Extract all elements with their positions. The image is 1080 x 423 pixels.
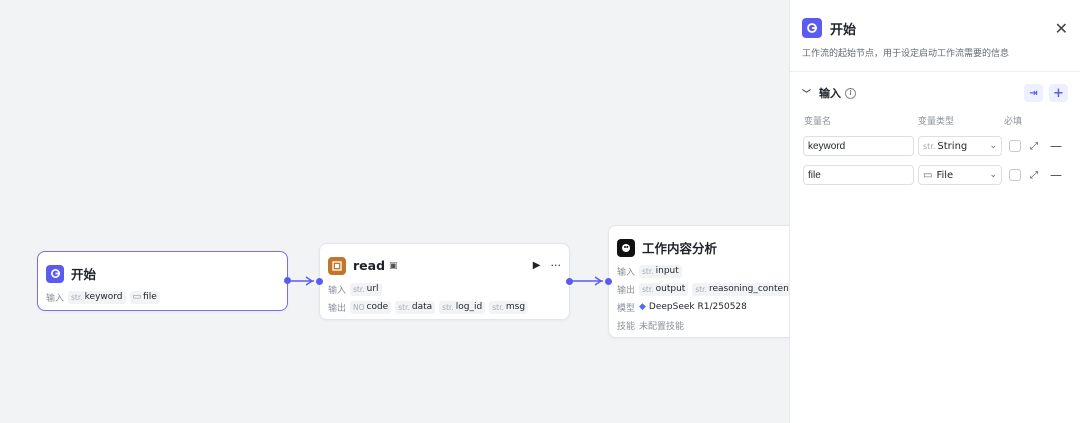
chevron-down-icon: ⌄ (989, 170, 997, 180)
connectors (291, 276, 603, 286)
variable-row: ▭ File ⌄ ⤢ — (790, 165, 1080, 185)
analysis-output-label: 输出 (617, 285, 636, 296)
import-button[interactable]: ⇥ (1024, 84, 1043, 102)
run-icon[interactable]: ▶ (533, 260, 541, 271)
folder-icon: ▭ (923, 169, 933, 181)
required-checkbox[interactable] (1009, 169, 1021, 181)
start-icon (46, 264, 64, 283)
info-icon[interactable]: i (845, 87, 857, 99)
var-tag: str. input (639, 264, 682, 278)
variable-type-select[interactable]: str. String ⌄ (918, 136, 1002, 156)
chevron-down-icon: ⌄ (989, 141, 997, 151)
variable-row: str. String ⌄ ⤢ — (790, 136, 1080, 156)
analysis-node[interactable]: 工作内容分析 输入 str. input 输出 str. output str. re… (605, 225, 790, 338)
var-tag: str. msg (489, 300, 529, 314)
remove-icon[interactable]: — (1050, 139, 1062, 153)
var-tag: str. url (350, 282, 382, 296)
col-type-header: 变量类型 (918, 117, 955, 127)
model-icon: ◆ (639, 302, 646, 312)
section-title: 输入 (819, 87, 842, 100)
skill-value: 未配置技能 (639, 321, 685, 332)
col-name-header: 变量名 (804, 117, 832, 127)
add-variable-button[interactable]: + (1049, 84, 1068, 102)
var-tag: str. keyword (68, 290, 126, 304)
start-node[interactable]: 开始 输入 str. keyword ▭ file (37, 251, 291, 311)
start-icon (802, 18, 822, 38)
doc-icon: ▣ (389, 260, 398, 271)
folder-icon: ▭ (132, 292, 142, 302)
llm-icon (617, 238, 635, 257)
more-icon[interactable]: ··· (551, 259, 562, 272)
var-tag: str. output (639, 282, 689, 296)
input-port[interactable] (605, 278, 612, 285)
analysis-model-label: 模型 (617, 303, 636, 314)
output-port[interactable] (566, 278, 573, 285)
variable-type-select[interactable]: ▭ File ⌄ (918, 165, 1002, 185)
node-config-panel: 开始 ✕ 工作流的起始节点，用于设定启动工作流需要的信息 ﹀ 输入 i ⇥ + … (789, 0, 1080, 423)
var-tag: str. reasoning_content (692, 282, 790, 296)
start-input-label: 输入 (46, 293, 65, 304)
variable-name-input[interactable] (803, 136, 914, 156)
close-icon[interactable]: ✕ (1055, 19, 1068, 38)
panel-description: 工作流的起始节点，用于设定启动工作流需要的信息 (802, 49, 1010, 59)
analysis-skill-label: 技能 (617, 321, 636, 332)
var-tag: str. log_id (439, 300, 486, 314)
plugin-icon (328, 256, 346, 275)
input-port[interactable] (316, 278, 323, 285)
var-tag: NO code (350, 300, 392, 314)
required-checkbox[interactable] (1009, 140, 1021, 152)
variable-name-input[interactable] (803, 165, 914, 185)
analysis-node-title: 工作内容分析 (642, 241, 718, 256)
col-required-header: 必填 (1004, 117, 1023, 127)
expand-icon[interactable]: ⤢ (1030, 141, 1038, 152)
model-name: DeepSeek R1/250528 (648, 302, 747, 312)
chevron-down-icon[interactable]: ﹀ (802, 87, 811, 100)
expand-icon[interactable]: ⤢ (1030, 170, 1038, 181)
read-node-title: read (353, 258, 386, 273)
panel-title: 开始 (830, 22, 857, 38)
workflow-canvas[interactable]: 开始 输入 str. keyword ▭ file read ▣ ▶ ··· 输入 … (0, 0, 790, 423)
var-tag: ▭ file (129, 290, 160, 304)
output-port[interactable] (284, 277, 291, 284)
var-tag: str. data (395, 300, 436, 314)
read-output-label: 输出 (328, 303, 347, 314)
remove-icon[interactable]: — (1050, 168, 1062, 182)
read-node[interactable]: read ▣ ▶ ··· 输入 str. url 输出 NO code str. da… (316, 243, 573, 320)
start-node-title: 开始 (71, 267, 97, 282)
analysis-input-label: 输入 (617, 267, 636, 278)
read-input-label: 输入 (328, 285, 347, 296)
